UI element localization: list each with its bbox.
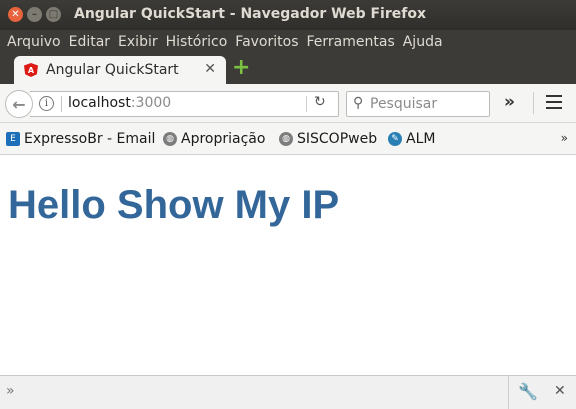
address-right-divider bbox=[306, 96, 307, 112]
menu-ajuda[interactable]: Ajuda bbox=[403, 34, 443, 50]
bookmark-label: ALM bbox=[406, 131, 436, 147]
menu-exibir[interactable]: Exibir bbox=[118, 34, 158, 50]
angular-favicon-icon: A bbox=[24, 63, 38, 77]
reload-icon[interactable]: ↻ bbox=[314, 94, 326, 110]
address-divider bbox=[61, 96, 62, 112]
search-input[interactable]: ⚲ Pesquisar bbox=[346, 91, 490, 117]
toolbar-divider bbox=[533, 92, 534, 114]
search-placeholder: Pesquisar bbox=[370, 96, 438, 112]
window-title: Angular QuickStart - Navegador Web Firef… bbox=[74, 6, 426, 22]
bookmark-siscopweb[interactable]: ◍ SISCOPweb bbox=[279, 131, 377, 147]
window-controls: ✕ – □ bbox=[8, 7, 61, 22]
bookmark-alm[interactable]: ✎ ALM bbox=[388, 131, 435, 147]
page-content: Hello Show My IP bbox=[0, 155, 576, 375]
address-bar[interactable]: i localhost:3000 ↻ bbox=[30, 91, 339, 117]
tab-angular-quickstart[interactable]: A Angular QuickStart ✕ bbox=[14, 56, 226, 84]
window-titlebar: ✕ – □ Angular QuickStart - Navegador Web… bbox=[0, 0, 576, 30]
page-heading: Hello Show My IP bbox=[8, 183, 340, 227]
alm-icon: ✎ bbox=[388, 132, 402, 146]
toolbar-overflow-chevron-icon[interactable]: » bbox=[504, 92, 515, 112]
address-port: :3000 bbox=[130, 95, 172, 111]
menu-ferramentas[interactable]: Ferramentas bbox=[307, 34, 395, 50]
tab-title: Angular QuickStart bbox=[46, 62, 179, 78]
window-close-button[interactable]: ✕ bbox=[8, 7, 23, 22]
devbar-close-icon[interactable]: ✕ bbox=[554, 383, 566, 399]
devbar-divider bbox=[508, 376, 509, 409]
new-tab-plus-icon[interactable]: + bbox=[232, 57, 250, 79]
tab-strip: A Angular QuickStart ✕ + bbox=[0, 54, 576, 84]
hamburger-menu-icon[interactable] bbox=[546, 95, 562, 113]
bookmark-expressobr[interactable]: E ExpressoBr - Email bbox=[6, 131, 155, 147]
developer-toolbar: » 🔧 ✕ bbox=[0, 375, 576, 409]
site-info-icon[interactable]: i bbox=[39, 96, 54, 111]
globe-icon: ◍ bbox=[279, 132, 293, 146]
menu-editar[interactable]: Editar bbox=[69, 34, 110, 50]
globe-icon: ◍ bbox=[163, 132, 177, 146]
address-text[interactable]: localhost:3000 bbox=[68, 95, 171, 111]
menu-bar: Arquivo Editar Exibir Histórico Favorito… bbox=[0, 30, 576, 54]
bookmarks-overflow-chevron-icon[interactable]: » bbox=[561, 131, 568, 145]
expresso-icon: E bbox=[6, 132, 20, 146]
menu-arquivo[interactable]: Arquivo bbox=[7, 34, 61, 50]
back-arrow-icon[interactable]: ← bbox=[5, 90, 33, 118]
wrench-icon[interactable]: 🔧 bbox=[518, 382, 538, 401]
address-host: localhost bbox=[68, 95, 131, 111]
search-icon: ⚲ bbox=[353, 95, 364, 111]
menu-historico[interactable]: Histórico bbox=[166, 34, 228, 50]
bookmark-apropriacao[interactable]: ◍ Apropriação bbox=[163, 131, 265, 147]
navigation-toolbar: i localhost:3000 ↻ ← ⚲ Pesquisar » bbox=[0, 84, 576, 123]
window-maximize-button[interactable]: □ bbox=[46, 7, 61, 22]
bookmarks-toolbar: E ExpressoBr - Email ◍ Apropriação ◍ SIS… bbox=[0, 123, 576, 155]
tab-close-icon[interactable]: ✕ bbox=[204, 61, 216, 77]
menu-favoritos[interactable]: Favoritos bbox=[235, 34, 298, 50]
bookmark-label: ExpressoBr - Email bbox=[24, 131, 156, 147]
command-prompt-chevron-icon[interactable]: » bbox=[6, 383, 15, 399]
window-minimize-button[interactable]: – bbox=[27, 7, 42, 22]
bookmark-label: Apropriação bbox=[181, 131, 266, 147]
bookmark-label: SISCOPweb bbox=[297, 131, 378, 147]
